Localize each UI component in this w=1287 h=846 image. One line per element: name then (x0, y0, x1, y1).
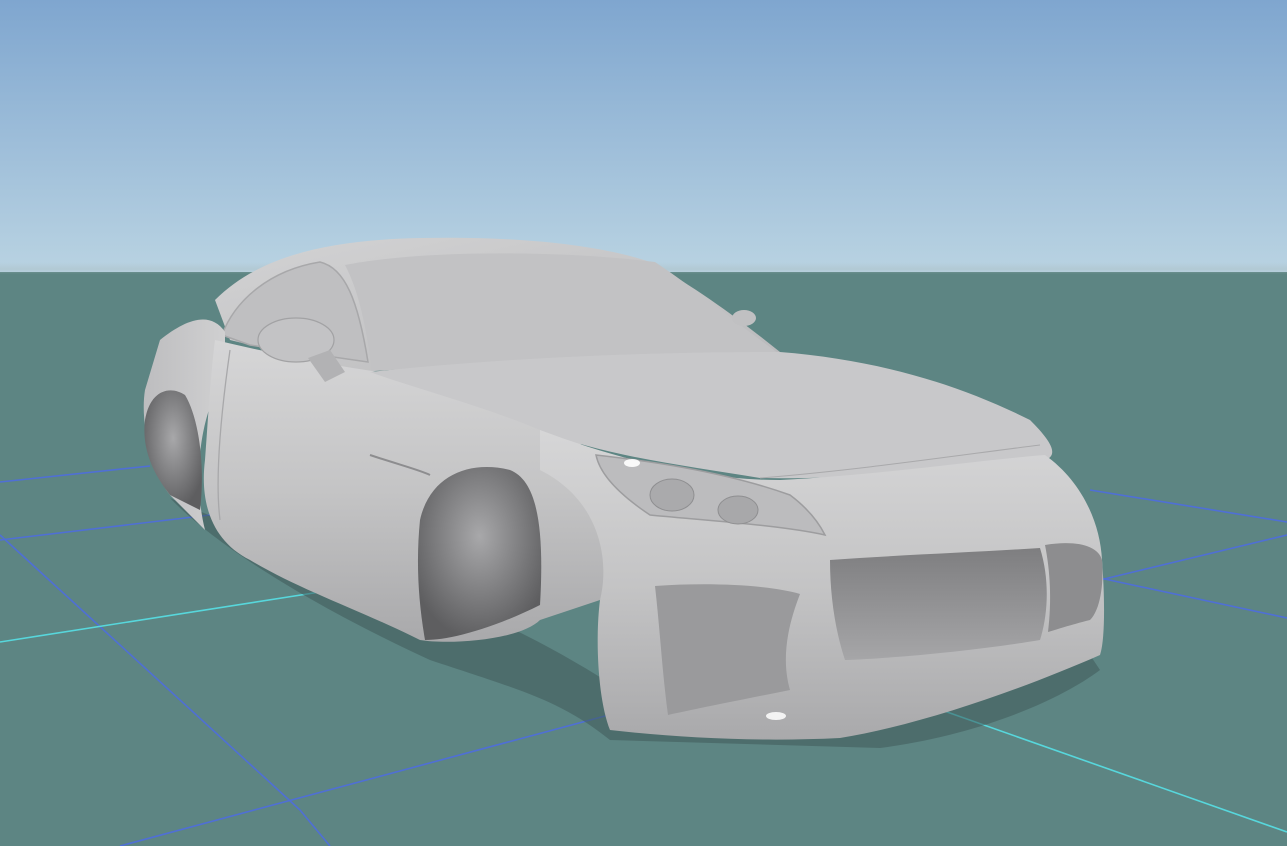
headlight-lamp-left (649, 478, 695, 512)
x-axis-line (0, 591, 321, 643)
grid-line (119, 711, 621, 846)
scene-svg (0, 237, 1287, 846)
3d-viewport[interactable] (0, 0, 1287, 846)
headlight-lamp-right (717, 495, 759, 525)
grid-line (1099, 577, 1287, 619)
grid-line (299, 809, 331, 846)
grid-line (0, 534, 301, 811)
grid-line (1099, 534, 1287, 581)
highlight (624, 459, 640, 467)
highlight (766, 712, 786, 720)
car-body[interactable] (143, 237, 1105, 740)
right-mirror (732, 310, 756, 326)
grid-line (0, 514, 211, 541)
grid-line (1089, 489, 1287, 523)
front-grille (830, 548, 1047, 660)
grid-line (0, 465, 151, 483)
